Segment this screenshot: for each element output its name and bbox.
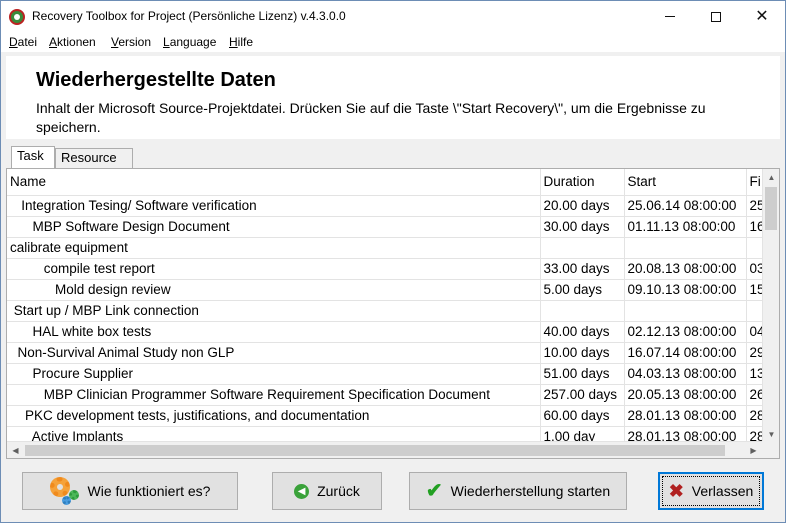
window-title: Recovery Toolbox for Project (Persönlich… [32, 9, 346, 23]
cell-name: Integration Tesing/ Software verificatio… [7, 195, 541, 217]
cell-duration: 40.00 days [540, 321, 625, 343]
gears-icon [49, 477, 80, 505]
table-row[interactable]: MBP Software Design Document 30.00 days 01… [7, 216, 779, 238]
cell-name: Procure Supplier [7, 363, 541, 385]
table-row[interactable]: PKC development tests, justifications, a… [7, 405, 779, 427]
cell-name: calibrate equipment [7, 237, 541, 259]
menu-bar: Datei Aktionen Version Language Hilfe [1, 32, 785, 52]
start-recovery-label: Wiederherstellung starten [450, 483, 611, 499]
vertical-scrollbar[interactable]: ▲ ▼ [762, 169, 779, 443]
cell-start: 16.07.14 08:00:00 [624, 342, 747, 364]
cell-duration: 60.00 days [540, 405, 625, 427]
cell-start: 01.11.13 08:00:00 [624, 216, 747, 238]
focus-outline [662, 476, 760, 506]
menu-version[interactable]: Version [111, 35, 151, 49]
table-row[interactable]: Non-Survival Animal Study non GLP 10.00 d… [7, 342, 779, 364]
horizontal-scroll-thumb[interactable] [25, 445, 725, 456]
cell-duration: 33.00 days [540, 258, 625, 280]
scroll-up-icon[interactable]: ▲ [763, 169, 779, 186]
tab-task[interactable]: Task [11, 146, 55, 168]
cell-duration: 30.00 days [540, 216, 625, 238]
column-header-duration[interactable]: Duration [540, 169, 625, 196]
checkmark-icon: ✔ [425, 480, 443, 502]
scroll-right-icon[interactable]: ▶ [745, 442, 762, 458]
cell-name: compile test report [7, 258, 541, 280]
table-row[interactable]: calibrate equipment [7, 237, 779, 259]
cell-start: 20.08.13 08:00:00 [624, 258, 747, 280]
cell-name: PKC development tests, justifications, a… [7, 405, 541, 427]
cell-duration: 5.00 days [540, 279, 625, 301]
how-it-works-button[interactable]: Wie funktioniert es? [22, 472, 238, 510]
cell-start [624, 237, 747, 259]
cell-duration [540, 237, 625, 259]
cell-name: HAL white box tests [7, 321, 541, 343]
table-row[interactable]: Mold design review 5.00 days 09.10.13 08:0… [7, 279, 779, 301]
page-title: Wiederhergestellte Daten [36, 69, 276, 91]
cell-name: Start up / MBP Link connection [7, 300, 541, 322]
menu-actions[interactable]: Aktionen [49, 35, 96, 49]
header-panel: Wiederhergestellte Daten Inhalt der Micr… [6, 56, 780, 139]
table-row[interactable]: compile test report 33.00 days 20.08.13 08… [7, 258, 779, 280]
table-header-row: Name Duration Start Fi [7, 169, 779, 196]
close-icon: ✕ [755, 7, 769, 25]
table-row[interactable]: MBP Clinician Programmer Software Requir… [7, 384, 779, 406]
table-row[interactable]: Integration Tesing/ Software verificatio… [7, 195, 779, 217]
app-window: Recovery Toolbox for Project (Persönlich… [0, 0, 786, 523]
cell-start [624, 300, 747, 322]
app-logo-icon[interactable] [9, 9, 25, 25]
cell-duration: 10.00 days [540, 342, 625, 364]
table-row[interactable]: Start up / MBP Link connection [7, 300, 779, 322]
start-recovery-button[interactable]: ✔ Wiederherstellung starten [409, 472, 627, 510]
cell-name: MBP Software Design Document [7, 216, 541, 238]
page-description: Inhalt der Microsoft Source-Projektdatei… [36, 100, 706, 135]
cell-start: 20.05.13 08:00:00 [624, 384, 747, 406]
cell-duration: 20.00 days [540, 195, 625, 217]
column-header-name[interactable]: Name [7, 169, 541, 196]
cell-start: 28.01.13 08:00:00 [624, 405, 747, 427]
cell-start: 09.10.13 08:00:00 [624, 279, 747, 301]
cell-name: Non-Survival Animal Study non GLP [7, 342, 541, 364]
task-grid[interactable]: Name Duration Start Fi Integration Tesin… [6, 168, 780, 459]
task-table: Name Duration Start Fi Integration Tesin… [7, 169, 779, 448]
cell-name: MBP Clinician Programmer Software Requir… [7, 384, 541, 406]
column-header-start[interactable]: Start [624, 169, 747, 196]
maximize-icon [711, 11, 721, 22]
scroll-left-icon[interactable]: ◀ [7, 442, 24, 458]
content-panel: Task Resource Name Duration Start Fi Int… [6, 141, 780, 459]
back-button[interactable]: ◀ Zurück [272, 472, 382, 510]
table-row[interactable]: HAL white box tests 40.00 days 02.12.13 08… [7, 321, 779, 343]
cell-duration: 51.00 days [540, 363, 625, 385]
back-arrow-icon: ◀ [294, 483, 310, 499]
minimize-button[interactable] [647, 1, 693, 32]
exit-button[interactable]: ✖ Verlassen [658, 472, 764, 510]
cell-name: Mold design review [7, 279, 541, 301]
menu-file[interactable]: Datei [9, 35, 37, 49]
vertical-scroll-thumb[interactable] [765, 187, 777, 230]
scrollbar-corner [762, 441, 779, 458]
title-bar[interactable]: Recovery Toolbox for Project (Persönlich… [1, 1, 785, 32]
maximize-button[interactable] [693, 1, 739, 32]
cell-duration: 257.00 days [540, 384, 625, 406]
menu-language[interactable]: Language [163, 35, 216, 49]
cell-start: 02.12.13 08:00:00 [624, 321, 747, 343]
menu-help[interactable]: Hilfe [229, 35, 253, 49]
minimize-icon [665, 16, 675, 17]
tab-resource[interactable]: Resource [55, 148, 133, 168]
how-it-works-label: Wie funktioniert es? [87, 483, 211, 499]
cell-start: 25.06.14 08:00:00 [624, 195, 747, 217]
close-button[interactable]: ✕ [739, 1, 785, 32]
back-label: Zurück [317, 483, 360, 499]
table-row[interactable]: Procure Supplier 51.00 days 04.03.13 08:00… [7, 363, 779, 385]
cell-duration [540, 300, 625, 322]
horizontal-scrollbar[interactable]: ◀ ▶ [7, 441, 762, 458]
cell-start: 04.03.13 08:00:00 [624, 363, 747, 385]
